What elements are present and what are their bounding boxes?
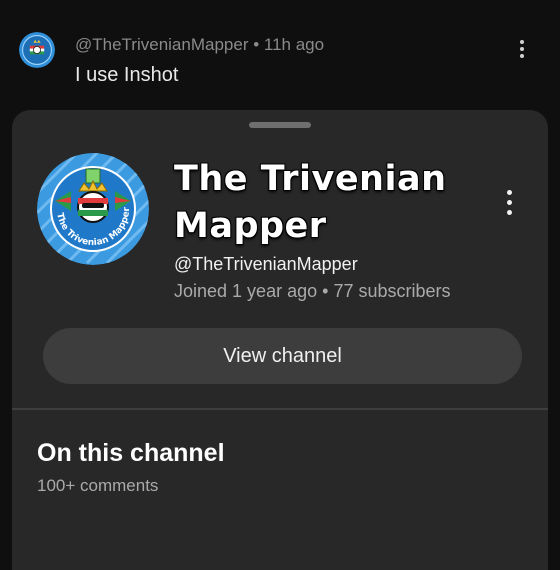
joined-text: Joined 1 year ago [174, 281, 318, 301]
more-vertical-icon [520, 40, 524, 44]
channel-logo-icon: The Trivenian Mapper [37, 153, 149, 265]
comment-meta: @TheTrivenianMapper • 11h ago [75, 35, 324, 55]
meta-separator: • [253, 35, 260, 54]
divider [12, 408, 548, 410]
channel-logo-icon [19, 32, 55, 68]
channel-name: The Trivenian Mapper [174, 159, 447, 246]
comment-text: I use Inshot [75, 64, 179, 86]
comment-avatar[interactable] [19, 32, 55, 68]
channel-bottom-sheet: The Trivenian Mapper The Trivenian Mappe… [12, 110, 548, 570]
section-title: On this channel [37, 439, 225, 467]
more-vertical-icon-dot [520, 54, 524, 58]
more-vertical-icon-dot [520, 47, 524, 51]
channel-avatar[interactable]: The Trivenian Mapper [37, 153, 149, 265]
subscriber-count: 77 subscribers [333, 281, 451, 301]
stats-separator: • [322, 281, 329, 301]
more-vertical-icon-dot [507, 210, 512, 215]
comment-author[interactable]: @TheTrivenianMapper [75, 35, 248, 54]
channel-stats: Joined 1 year ago • 77 subscribers [174, 281, 451, 302]
view-channel-button[interactable]: View channel [43, 328, 522, 384]
comment-item: @TheTrivenianMapper • 11h ago I use Insh… [0, 0, 560, 110]
more-vertical-icon [507, 190, 512, 195]
more-vertical-icon-dot [507, 200, 512, 205]
channel-handle: @TheTrivenianMapper [174, 254, 358, 274]
drag-handle[interactable] [249, 122, 311, 128]
comment-time: 11h ago [263, 35, 325, 54]
channel-more-button[interactable] [497, 188, 521, 218]
comments-count[interactable]: 100+ comments [37, 476, 158, 496]
comment-more-button[interactable] [510, 36, 534, 62]
